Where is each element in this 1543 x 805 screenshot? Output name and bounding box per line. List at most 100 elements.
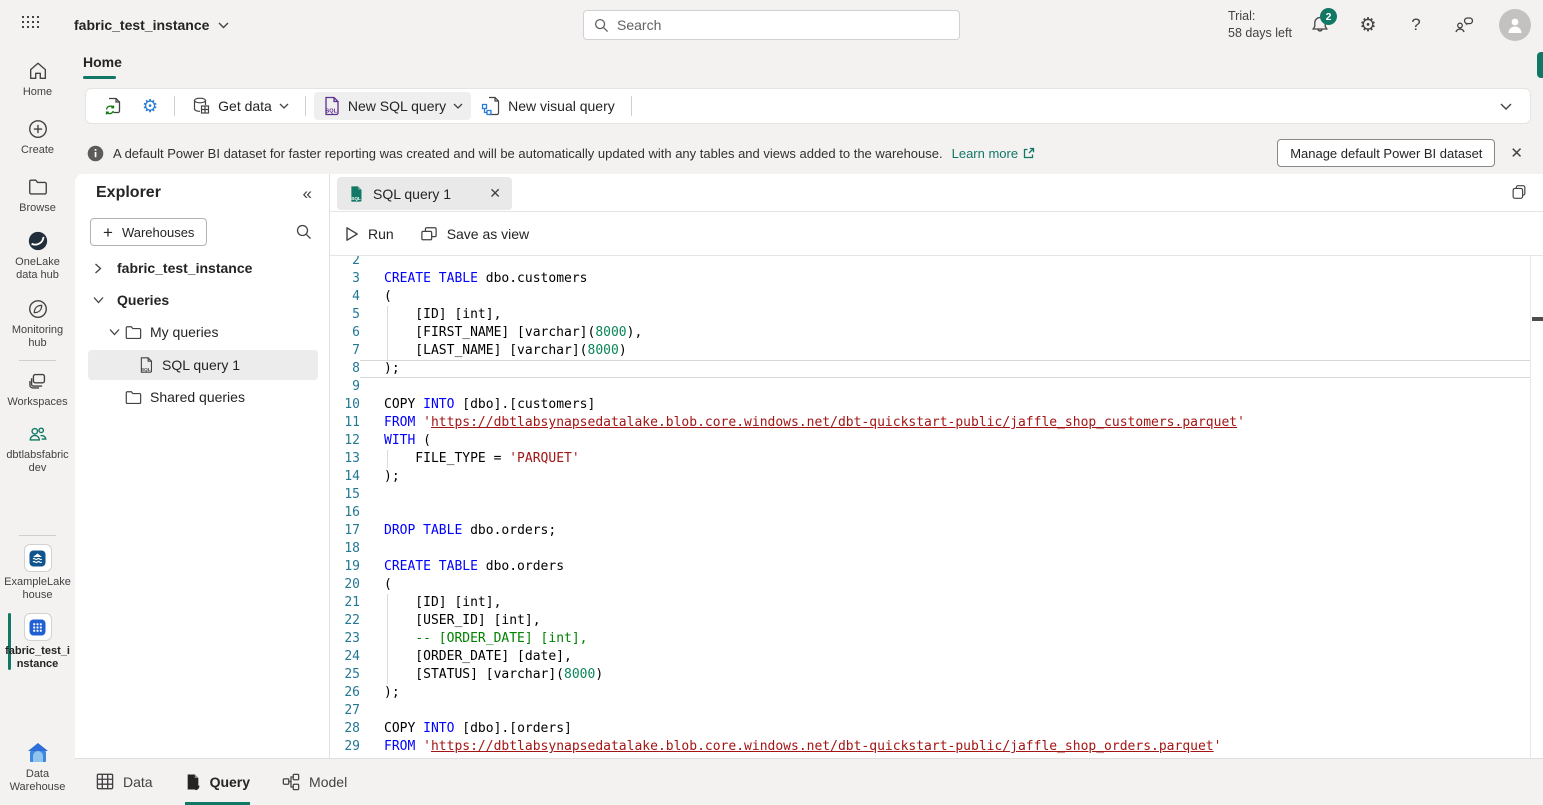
avatar[interactable]: [1499, 9, 1531, 41]
code-line-16[interactable]: 16: [330, 504, 1530, 522]
settings-button[interactable]: ⚙: [1351, 0, 1385, 50]
external-link-icon: [1022, 147, 1035, 160]
code-line-13[interactable]: 13 FILE_TYPE = 'PARQUET': [330, 450, 1530, 468]
nav-item-browse[interactable]: Browse: [0, 176, 75, 215]
monitoring-hub-icon: [27, 298, 49, 320]
data-warehouse-icon: [26, 742, 50, 764]
code-line-28[interactable]: 28COPY INTO [dbo].[orders]: [330, 720, 1530, 738]
tree-item-shared-queries[interactable]: Shared queries: [75, 382, 330, 412]
run-button[interactable]: Run: [345, 226, 394, 242]
code-line-2[interactable]: 2: [330, 256, 1530, 270]
app-launcher-icon[interactable]: [22, 16, 39, 29]
code-line-6[interactable]: 6 [FIRST_NAME] [varchar](8000),: [330, 324, 1530, 342]
code-line-12[interactable]: 12WITH (: [330, 432, 1530, 450]
view-tab-model[interactable]: Model: [282, 759, 347, 805]
ribbon-tab-row: Home Share: [75, 50, 1543, 82]
search-input[interactable]: [617, 17, 959, 33]
code-line-24[interactable]: 24 [ORDER_DATE] [date],: [330, 648, 1530, 666]
global-search[interactable]: [583, 10, 960, 40]
feedback-button[interactable]: [1446, 0, 1480, 50]
share-button[interactable]: Share: [1537, 52, 1543, 78]
nav-item-workspaces[interactable]: Workspaces: [0, 370, 75, 409]
notifications-button[interactable]: 2: [1303, 0, 1337, 50]
nav-item-create[interactable]: Create: [0, 118, 75, 157]
code-line-4[interactable]: 4(: [330, 288, 1530, 306]
visual-query-icon: [481, 96, 501, 116]
database-icon: [191, 96, 211, 116]
close-tab-icon[interactable]: ✕: [489, 185, 501, 202]
nav-item-monitoring-hub[interactable]: Monitoring hub: [0, 298, 75, 350]
settings-gear-icon: ⚙: [142, 96, 158, 117]
left-nav-rail: Home Create Browse OneLake data hub Moni…: [0, 50, 75, 804]
code-line-11[interactable]: 11FROM 'https://dbtlabsynapsedatalake.bl…: [330, 414, 1530, 432]
table-grid-icon: [96, 773, 114, 790]
tab-home[interactable]: Home: [83, 54, 122, 70]
nav-item-data-warehouse[interactable]: Data Warehouse: [0, 742, 75, 794]
explorer-search-icon[interactable]: [296, 224, 312, 240]
tree-item-queries[interactable]: Queries: [75, 285, 330, 315]
chevron-down-icon: [279, 103, 289, 109]
code-line-9[interactable]: 9: [330, 378, 1530, 396]
banner-message: A default Power BI dataset for faster re…: [113, 146, 943, 161]
workspaces-icon: [27, 370, 49, 392]
copy-icon[interactable]: [1510, 183, 1528, 201]
plus-circle-icon: [27, 118, 49, 140]
main-content: Explorer « + Warehouses fabric_test_inst…: [75, 174, 1543, 758]
lakehouse-icon: [24, 544, 52, 572]
code-line-19[interactable]: 19CREATE TABLE dbo.orders: [330, 558, 1530, 576]
tab-home-underline: [83, 76, 116, 79]
code-line-18[interactable]: 18: [330, 540, 1530, 558]
home-ribbon-toolbar: ⚙ Get data SQL New SQL query New visual …: [85, 88, 1531, 124]
code-line-17[interactable]: 17DROP TABLE dbo.orders;: [330, 522, 1530, 540]
manage-default-dataset-button[interactable]: Manage default Power BI dataset: [1277, 139, 1495, 167]
code-line-8[interactable]: 8);: [330, 360, 1530, 378]
view-tab-query[interactable]: Query: [185, 759, 250, 805]
learn-more-link[interactable]: Learn more: [952, 146, 1035, 161]
code-line-23[interactable]: 23 -- [ORDER_DATE] [int],: [330, 630, 1530, 648]
code-line-22[interactable]: 22 [USER_ID] [int],: [330, 612, 1530, 630]
warehouse-settings-button[interactable]: ⚙: [134, 92, 166, 120]
code-line-3[interactable]: 3CREATE TABLE dbo.customers: [330, 270, 1530, 288]
new-visual-query-button[interactable]: New visual query: [473, 92, 623, 120]
code-line-20[interactable]: 20(: [330, 576, 1530, 594]
code-line-25[interactable]: 25 [STATUS] [varchar](8000): [330, 666, 1530, 684]
get-data-button[interactable]: Get data: [183, 92, 297, 120]
code-line-29[interactable]: 29FROM 'https://dbtlabsynapsedatalake.bl…: [330, 738, 1530, 756]
help-button[interactable]: ?: [1399, 0, 1433, 50]
editor-overview-ruler[interactable]: [1530, 256, 1543, 758]
nav-item-examplelakehouse[interactable]: ExampleLakehouse: [0, 544, 75, 602]
search-icon: [594, 18, 609, 33]
code-line-21[interactable]: 21 [ID] [int],: [330, 594, 1530, 612]
new-sql-query-button[interactable]: SQL New SQL query: [314, 92, 471, 120]
chevron-down-icon: [106, 328, 122, 336]
toolbar-divider: [631, 96, 632, 116]
query-toolbar: Run Save as view: [330, 212, 1543, 256]
code-line-10[interactable]: 10COPY INTO [dbo].[customers]: [330, 396, 1530, 414]
banner-close-icon[interactable]: ✕: [1504, 142, 1529, 164]
refresh-document-icon: [104, 96, 124, 116]
code-line-15[interactable]: 15: [330, 486, 1530, 504]
save-as-view-button[interactable]: Save as view: [420, 226, 529, 242]
refresh-dataset-button[interactable]: [96, 92, 132, 120]
code-line-26[interactable]: 26);: [330, 684, 1530, 702]
code-area[interactable]: 23CREATE TABLE dbo.customers4(5 [ID] [in…: [330, 256, 1543, 758]
collapse-panel-icon[interactable]: «: [303, 184, 312, 204]
tab-sql-query-1[interactable]: SQL SQL query 1 ✕: [337, 177, 512, 210]
workspace-switcher[interactable]: fabric_test_instance: [74, 0, 229, 50]
code-line-14[interactable]: 14);: [330, 468, 1530, 486]
add-warehouses-button[interactable]: + Warehouses: [90, 218, 207, 246]
nav-item-onelake-data-hub[interactable]: OneLake data hub: [0, 230, 75, 282]
people-icon: [26, 423, 50, 445]
view-tab-data[interactable]: Data: [96, 759, 153, 805]
tree-item-sql-query-1[interactable]: SQL SQL query 1: [75, 350, 330, 380]
code-line-5[interactable]: 5 [ID] [int],: [330, 306, 1530, 324]
toolbar-expand-button[interactable]: [1492, 99, 1520, 114]
tree-item-warehouse-root[interactable]: fabric_test_instance: [75, 253, 330, 283]
nav-item-fabric-test-instance[interactable]: fabric_test_instance: [0, 613, 75, 671]
trial-status: Trial: 58 days left: [1228, 8, 1292, 42]
nav-item-home[interactable]: Home: [0, 60, 75, 99]
code-line-27[interactable]: 27: [330, 702, 1530, 720]
tree-item-my-queries[interactable]: My queries: [75, 317, 330, 347]
code-line-7[interactable]: 7 [LAST_NAME] [varchar](8000): [330, 342, 1530, 360]
nav-item-workspace-dbtlabsfabricdev[interactable]: dbtlabsfabricdev: [0, 423, 75, 475]
